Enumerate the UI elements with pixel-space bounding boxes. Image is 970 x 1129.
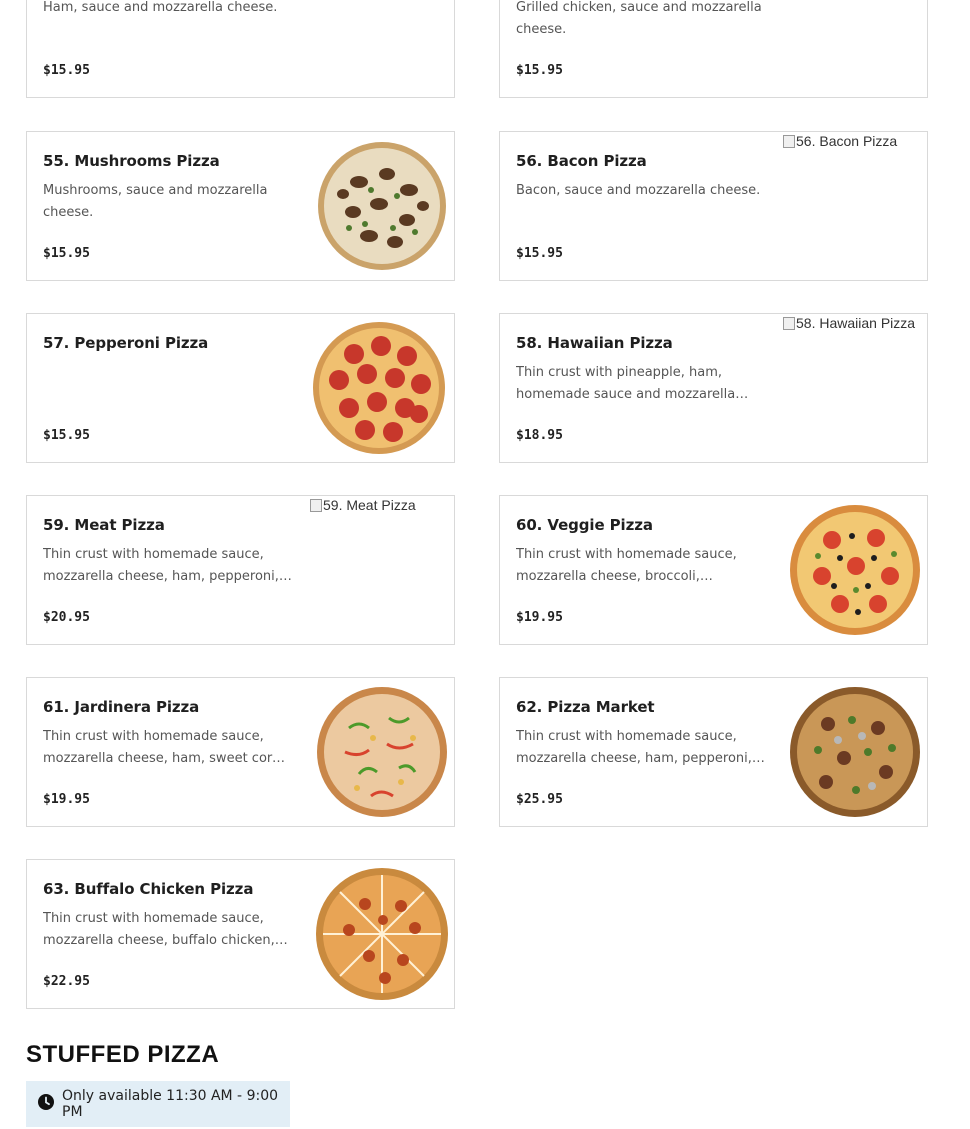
- broken-image-placeholder: 56. Bacon Pizza: [783, 133, 927, 149]
- broken-image-placeholder: 58. Hawaiian Pizza: [783, 315, 927, 331]
- menu-item-card[interactable]: 55. Mushrooms Pizza Mushrooms, sauce and…: [26, 131, 455, 281]
- item-description: Thin crust with homemade sauce, mozzarel…: [516, 729, 752, 766]
- market-pizza-image: [782, 678, 927, 826]
- broken-image-icon: [310, 499, 322, 512]
- jardinera-pizza-image: [309, 678, 454, 826]
- veggie-pizza-image: [782, 496, 927, 644]
- clock-icon: [38, 1094, 54, 1114]
- item-title: 57. Pepperoni Pizza: [43, 334, 209, 352]
- item-price: $19.95: [516, 610, 563, 625]
- broken-image-icon: [783, 135, 795, 148]
- item-title: 60. Veggie Pizza: [516, 516, 653, 534]
- item-price: $25.95: [516, 792, 563, 807]
- item-price: $15.95: [43, 246, 90, 261]
- item-description: Grilled chicken, sauce and mozzarella ch…: [516, 0, 762, 37]
- item-price: $15.95: [516, 246, 563, 261]
- menu-item-card[interactable]: 57. Pepperoni Pizza $15.95: [26, 313, 455, 463]
- item-description: Ham, sauce and mozzarella cheese.: [43, 0, 278, 15]
- item-price: $20.95: [43, 610, 90, 625]
- menu-item-card[interactable]: 61. Jardinera Pizza Thin crust with home…: [26, 677, 455, 827]
- section-title: STUFFED PIZZA: [26, 1041, 220, 1068]
- item-title: 56. Bacon Pizza: [516, 152, 647, 170]
- item-description: Thin crust with homemade sauce, mozzarel…: [43, 729, 285, 766]
- item-title: 61. Jardinera Pizza: [43, 698, 200, 716]
- broken-image-placeholder: 59. Meat Pizza: [310, 497, 454, 513]
- menu-item-card[interactable]: 60. Veggie Pizza Thin crust with homemad…: [499, 495, 928, 645]
- menu-item-card[interactable]: Grilled chicken, sauce and mozzarella ch…: [499, 0, 928, 98]
- broken-image-icon: [783, 317, 795, 330]
- menu-item-card[interactable]: 56. Bacon Pizza Bacon, sauce and mozzare…: [499, 131, 928, 281]
- item-description: Bacon, sauce and mozzarella cheese.: [516, 183, 761, 198]
- item-title: 55. Mushrooms Pizza: [43, 152, 220, 170]
- item-title: 58. Hawaiian Pizza: [516, 334, 673, 352]
- item-description: Thin crust with homemade sauce, mozzarel…: [43, 911, 275, 948]
- menu-item-card[interactable]: 63. Buffalo Chicken Pizza Thin crust wit…: [26, 859, 455, 1009]
- buffalo-chicken-pizza-image: [309, 860, 454, 1008]
- menu-item-card[interactable]: Ham, sauce and mozzarella cheese. $15.95: [26, 0, 455, 98]
- menu-item-card[interactable]: 59. Meat Pizza Thin crust with homemade …: [26, 495, 455, 645]
- mushroom-pizza-image: [309, 132, 454, 280]
- item-title: 63. Buffalo Chicken Pizza: [43, 880, 254, 898]
- item-description: Mushrooms, sauce and mozzarella cheese.: [43, 183, 268, 220]
- item-price: $22.95: [43, 974, 90, 989]
- item-price: $15.95: [43, 428, 90, 443]
- item-price: $15.95: [516, 63, 563, 78]
- availability-banner: Only available 11:30 AM - 9:00 PM: [26, 1081, 290, 1127]
- item-description: Thin crust with homemade sauce, mozzarel…: [43, 547, 279, 584]
- menu-item-card[interactable]: 58. Hawaiian Pizza Thin crust with pinea…: [499, 313, 928, 463]
- item-title: 62. Pizza Market: [516, 698, 655, 716]
- pepperoni-pizza-image: [309, 314, 454, 462]
- item-description: Thin crust with pineapple, ham, homemade…: [516, 365, 736, 402]
- availability-text: Only available 11:30 AM - 9:00 PM: [62, 1088, 279, 1120]
- item-title: 59. Meat Pizza: [43, 516, 165, 534]
- item-price: $15.95: [43, 63, 90, 78]
- item-description: Thin crust with homemade sauce, mozzarel…: [516, 547, 737, 584]
- item-price: $19.95: [43, 792, 90, 807]
- item-price: $18.95: [516, 428, 563, 443]
- menu-item-card[interactable]: 62. Pizza Market Thin crust with homemad…: [499, 677, 928, 827]
